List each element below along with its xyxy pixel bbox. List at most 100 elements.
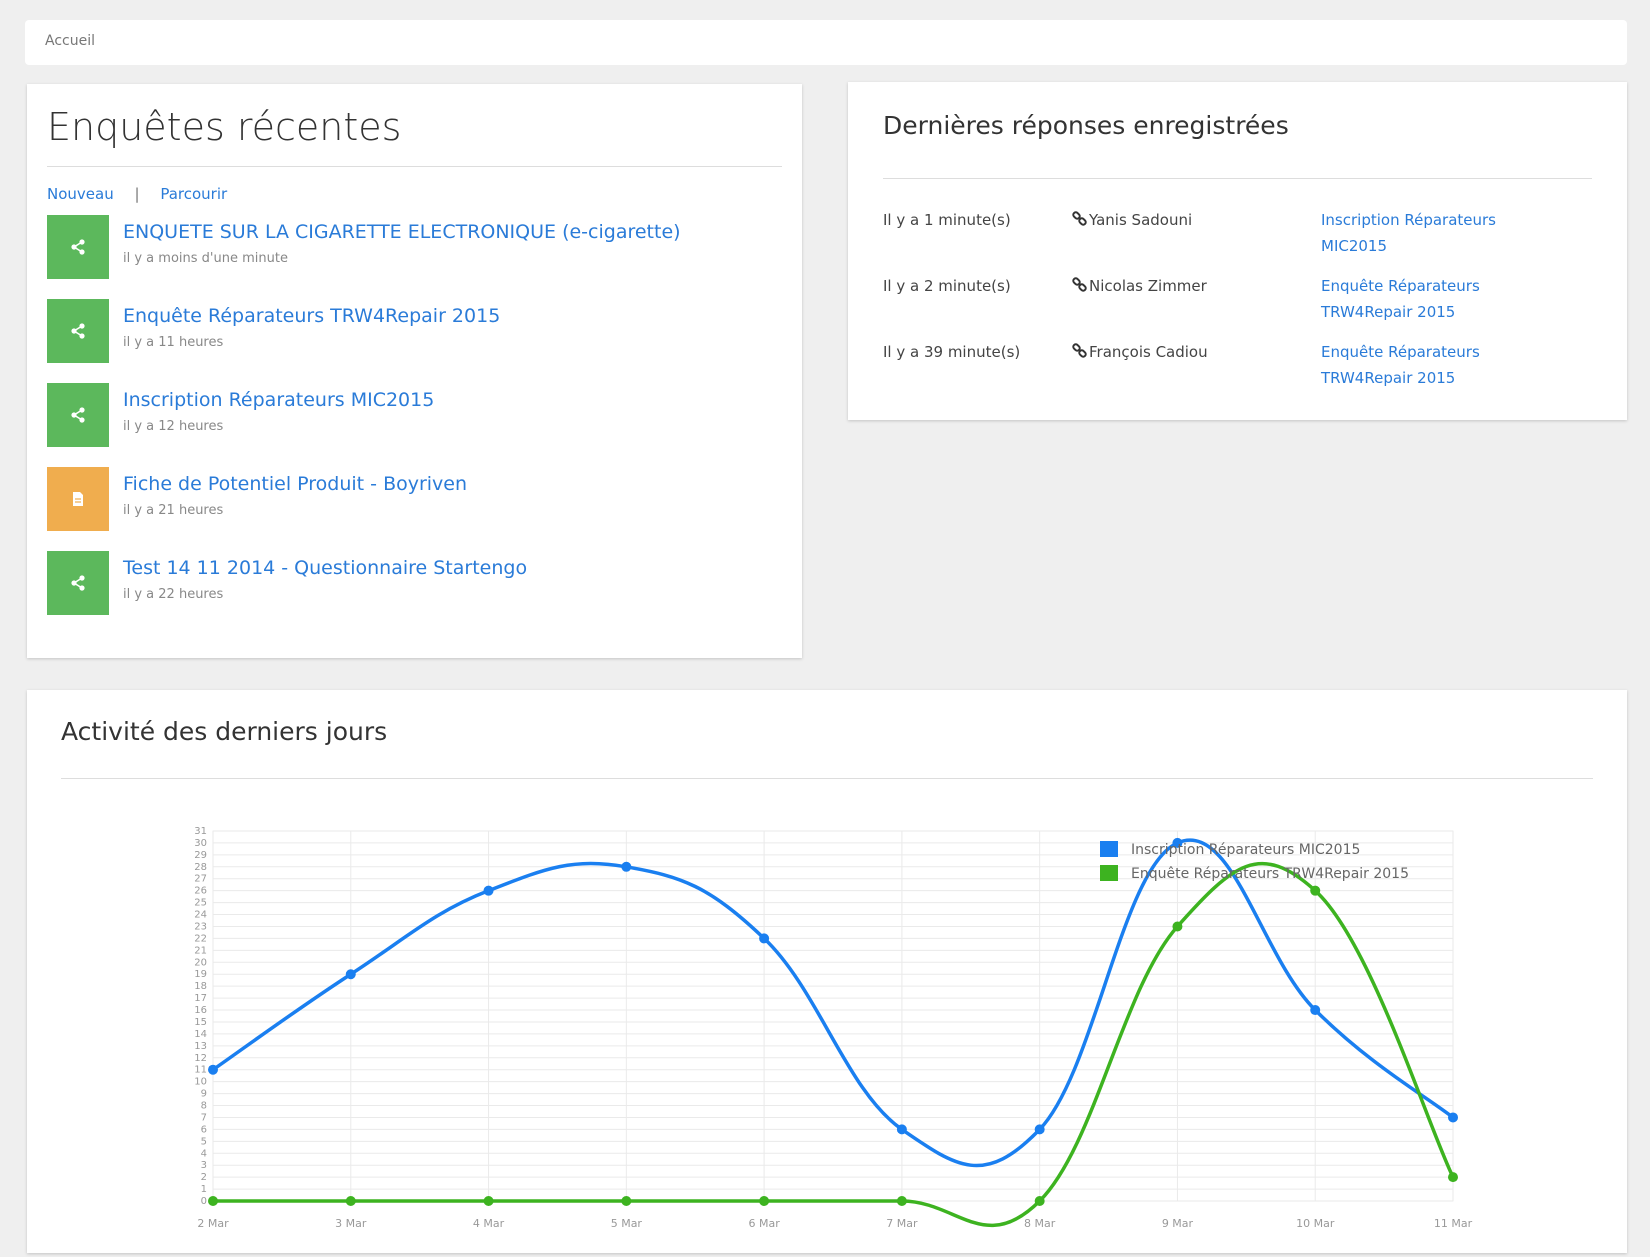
y-tick-label: 13 [194, 1041, 207, 1052]
new-survey-link[interactable]: Nouveau [47, 185, 114, 203]
link-icon [1071, 207, 1089, 233]
response-survey-link[interactable]: Enquête Réparateurs TRW4Repair 2015 [1321, 273, 1521, 339]
y-tick-label: 11 [194, 1065, 207, 1076]
survey-title-link[interactable]: Enquête Réparateurs TRW4Repair 2015 [123, 305, 500, 327]
y-tick-label: 31 [194, 826, 207, 837]
response-time: Il y a 1 minute(s) [883, 211, 1011, 229]
x-tick-label: 7 Mar [886, 1217, 918, 1230]
breadcrumb-home-link[interactable]: Accueil [45, 33, 95, 49]
data-point [759, 1196, 770, 1206]
data-point [1034, 1196, 1045, 1206]
response-user: François Cadiou [1071, 339, 1321, 405]
responses-table: Il y a 1 minute(s) Yanis Sadouni Inscripti… [883, 207, 1592, 405]
survey-time: il y a moins d'une minute [123, 251, 288, 266]
divider [883, 178, 1592, 179]
y-tick-label: 4 [201, 1148, 207, 1159]
survey-time: il y a 21 heures [123, 503, 224, 518]
data-point [1172, 921, 1183, 932]
survey-time: il y a 11 heures [123, 335, 224, 350]
x-tick-label: 6 Mar [748, 1217, 780, 1230]
y-tick-label: 10 [194, 1077, 207, 1088]
survey-text: Inscription Réparateurs MIC2015 il y a 12… [123, 383, 434, 434]
y-tick-label: 12 [194, 1053, 207, 1064]
y-tick-label: 15 [194, 1017, 207, 1028]
y-tick-label: 19 [194, 969, 207, 980]
response-user-name: Nicolas Zimmer [1089, 277, 1207, 295]
x-tick-label: 2 Mar [197, 1217, 229, 1230]
survey-text: Test 14 11 2014 - Questionnaire Starteng… [123, 551, 527, 602]
data-point [208, 1064, 218, 1075]
response-time: Il y a 39 minute(s) [883, 343, 1021, 361]
survey-title-link[interactable]: Test 14 11 2014 - Questionnaire Starteng… [123, 557, 527, 579]
x-tick-label: 11 Mar [1434, 1217, 1473, 1230]
document-icon[interactable] [47, 467, 109, 531]
latest-responses-title: Dernières réponses enregistrées [883, 111, 1289, 140]
browse-surveys-link[interactable]: Parcourir [160, 185, 227, 203]
survey-time: il y a 22 heures [123, 587, 224, 602]
response-user-name: François Cadiou [1089, 343, 1208, 361]
y-tick-label: 22 [194, 933, 207, 944]
response-row: Il y a 2 minute(s) Nicolas Zimmer Enquête … [883, 273, 1592, 339]
y-tick-label: 25 [194, 898, 207, 909]
data-point [345, 969, 356, 980]
x-tick-label: 5 Mar [611, 1217, 643, 1230]
data-point [896, 1196, 907, 1206]
actions-separator: | [134, 185, 140, 203]
data-point [1448, 1112, 1458, 1123]
response-row: Il y a 39 minute(s) François Cadiou Enquêt… [883, 339, 1592, 405]
survey-title-link[interactable]: Fiche de Potentiel Produit - Boyriven [123, 473, 467, 495]
response-user-name: Yanis Sadouni [1089, 211, 1193, 229]
survey-time: il y a 12 heures [123, 419, 224, 434]
survey-text: Enquête Réparateurs TRW4Repair 2015 il y … [123, 299, 500, 350]
x-tick-label: 4 Mar [473, 1217, 505, 1230]
x-tick-label: 9 Mar [1162, 1217, 1194, 1230]
survey-title-link[interactable]: Inscription Réparateurs MIC2015 [123, 389, 434, 411]
divider [47, 166, 782, 167]
link-icon [1071, 339, 1089, 365]
y-tick-label: 16 [194, 1005, 207, 1016]
data-point [1310, 885, 1321, 896]
y-tick-label: 7 [201, 1112, 207, 1123]
y-tick-label: 2 [201, 1172, 207, 1183]
data-point [896, 1124, 907, 1135]
response-time: Il y a 2 minute(s) [883, 277, 1011, 295]
data-point [345, 1196, 356, 1206]
plot-area [212, 830, 1454, 1202]
y-tick-label: 27 [194, 874, 207, 885]
response-user: Yanis Sadouni [1071, 207, 1321, 273]
x-tick-label: 8 Mar [1024, 1217, 1056, 1230]
share-icon[interactable] [47, 299, 109, 363]
x-tick-label: 3 Mar [335, 1217, 367, 1230]
y-tick-label: 28 [194, 862, 207, 873]
y-tick-label: 0 [201, 1196, 207, 1207]
y-tick-label: 14 [194, 1029, 207, 1040]
data-point [621, 861, 632, 872]
y-tick-label: 8 [201, 1101, 207, 1112]
data-point [208, 1196, 218, 1206]
share-icon[interactable] [47, 551, 109, 615]
data-point [483, 1196, 494, 1206]
y-tick-label: 17 [194, 993, 207, 1004]
y-tick-label: 9 [201, 1089, 207, 1100]
response-survey-link[interactable]: Inscription Réparateurs MIC2015 [1321, 207, 1521, 273]
y-tick-label: 24 [194, 910, 207, 921]
y-tick-label: 21 [194, 945, 207, 956]
survey-text: ENQUETE SUR LA CIGARETTE ELECTRONIQUE (e… [123, 215, 681, 266]
survey-list-item: Test 14 11 2014 - Questionnaire Starteng… [47, 551, 782, 635]
y-tick-label: 29 [194, 850, 207, 861]
legend-swatch [1100, 841, 1118, 857]
share-icon[interactable] [47, 215, 109, 279]
survey-title-link[interactable]: ENQUETE SUR LA CIGARETTE ELECTRONIQUE (e… [123, 221, 681, 243]
data-point [759, 933, 770, 944]
y-tick-label: 3 [201, 1160, 207, 1171]
response-survey-link[interactable]: Enquête Réparateurs TRW4Repair 2015 [1321, 339, 1521, 405]
share-icon[interactable] [47, 383, 109, 447]
response-row: Il y a 1 minute(s) Yanis Sadouni Inscripti… [883, 207, 1592, 273]
survey-list-item: Enquête Réparateurs TRW4Repair 2015 il y … [47, 299, 782, 383]
data-point [1034, 1124, 1045, 1135]
data-point [621, 1196, 632, 1206]
link-icon [1071, 273, 1089, 299]
y-tick-label: 26 [194, 886, 207, 897]
legend-swatch [1100, 865, 1118, 881]
data-point [1448, 1172, 1458, 1183]
